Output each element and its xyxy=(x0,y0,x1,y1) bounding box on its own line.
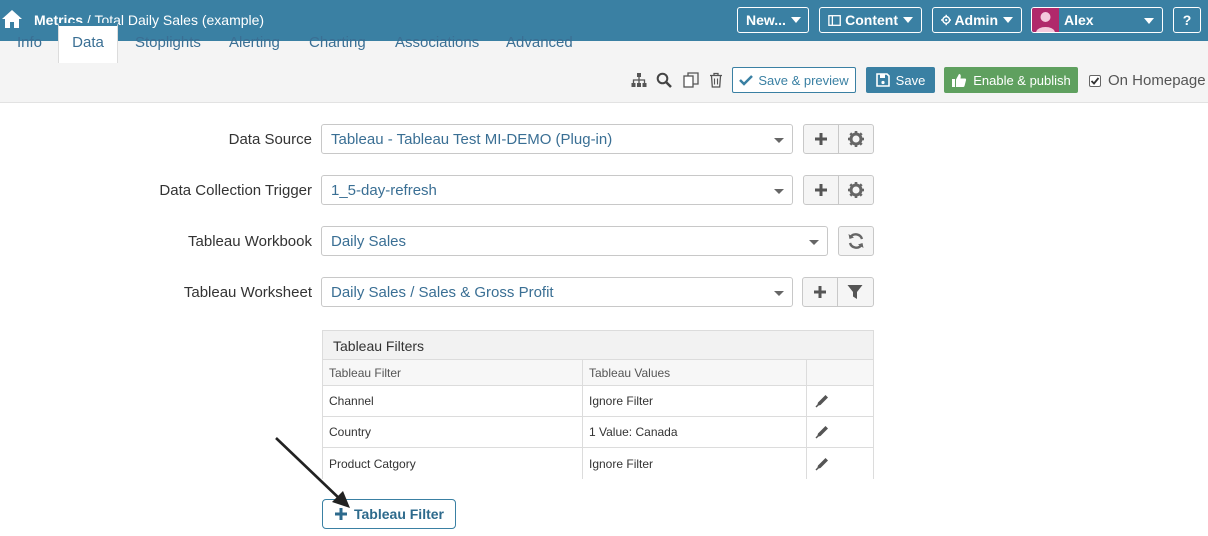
data-source-select[interactable]: Tableau - Tableau Test MI-DEMO (Plug-in) xyxy=(321,124,793,154)
trigger-actions xyxy=(803,175,874,205)
workbook-actions xyxy=(838,226,874,256)
worksheet-label: Tableau Worksheet xyxy=(183,284,312,301)
pencil-icon xyxy=(815,426,828,439)
chevron-down-icon xyxy=(774,138,784,143)
chevron-down-icon xyxy=(790,17,801,23)
checkmark-icon xyxy=(1090,77,1100,85)
refresh-icon xyxy=(848,233,864,249)
content-menu-button[interactable]: Content xyxy=(819,7,922,33)
column-header-filter: Tableau Filter xyxy=(329,365,402,380)
worksheet-actions xyxy=(802,277,874,307)
workbook-select[interactable]: Daily Sales xyxy=(321,226,828,256)
plus-icon xyxy=(814,286,826,298)
chevron-down-icon xyxy=(774,291,784,296)
hierarchy-icon[interactable] xyxy=(631,72,647,88)
add-trigger-button[interactable] xyxy=(804,176,838,204)
edit-filter-button[interactable] xyxy=(806,417,874,447)
tab-info[interactable]: Info xyxy=(17,34,42,51)
trigger-select[interactable]: 1_5-day-refresh xyxy=(321,175,793,205)
new-menu-label: New... xyxy=(746,12,786,28)
enable-publish-label: Enable & publish xyxy=(973,72,1071,88)
data-source-settings-button[interactable] xyxy=(838,125,872,153)
tab-associations[interactable]: Associations xyxy=(395,34,479,51)
search-icon[interactable] xyxy=(656,72,672,88)
save-button[interactable]: Save xyxy=(866,67,935,93)
edit-filter-button[interactable] xyxy=(806,448,874,479)
avatar xyxy=(1032,8,1059,32)
filters-title: Tableau Filters xyxy=(323,331,873,360)
admin-menu-label: Admin xyxy=(954,12,998,28)
trigger-settings-button[interactable] xyxy=(838,176,872,204)
homepage-checkbox[interactable] xyxy=(1089,75,1101,87)
content-icon xyxy=(828,14,841,26)
data-source-value: Tableau - Tableau Test MI-DEMO (Plug-in) xyxy=(331,131,613,148)
save-label: Save xyxy=(895,72,926,88)
workbook-value: Daily Sales xyxy=(331,233,407,250)
refresh-workbook-button[interactable] xyxy=(839,227,873,255)
pencil-icon xyxy=(815,395,828,408)
chevron-down-icon xyxy=(1144,18,1154,24)
trash-icon[interactable] xyxy=(708,72,724,88)
tab-data[interactable]: Data xyxy=(58,23,118,63)
content-menu-label: Content xyxy=(845,12,898,28)
filter-value: Ignore Filter xyxy=(582,386,807,416)
gear-icon xyxy=(847,182,864,198)
plus-icon xyxy=(815,133,827,145)
filter-value: 1 Value: Canada xyxy=(582,417,807,447)
column-header-actions xyxy=(806,360,874,385)
help-button[interactable]: ? xyxy=(1173,7,1201,33)
user-icon xyxy=(1036,12,1055,32)
enable-publish-button[interactable]: Enable & publish xyxy=(944,67,1078,93)
data-source-label: Data Source xyxy=(228,131,312,148)
floppy-disk-icon xyxy=(875,73,890,87)
filter-value: Ignore Filter xyxy=(582,448,807,479)
worksheet-select[interactable]: Daily Sales / Sales & Gross Profit xyxy=(321,277,793,307)
breadcrumb-page: Total Daily Sales (example) xyxy=(94,12,265,28)
thumbs-up-icon xyxy=(952,73,967,87)
workbook-label: Tableau Workbook xyxy=(188,233,312,250)
chevron-down-icon xyxy=(1003,17,1013,23)
add-worksheet-button[interactable] xyxy=(803,278,837,306)
add-tableau-filter-label: Tableau Filter xyxy=(354,506,444,522)
tab-alerting[interactable]: Alerting xyxy=(229,34,280,51)
admin-menu-button[interactable]: Admin xyxy=(932,7,1022,33)
home-icon[interactable] xyxy=(1,8,23,30)
filter-name: Channel xyxy=(329,394,374,408)
check-icon xyxy=(739,75,754,86)
table-row: Channel Ignore Filter xyxy=(323,386,873,417)
chevron-down-icon xyxy=(809,240,819,245)
table-row: Country 1 Value: Canada xyxy=(323,417,873,448)
save-preview-button[interactable]: Save & preview xyxy=(732,67,856,93)
user-name: Alex xyxy=(1064,12,1094,28)
chevron-down-icon xyxy=(903,17,913,23)
filter-icon xyxy=(847,285,862,299)
add-data-source-button[interactable] xyxy=(804,125,838,153)
trigger-value: 1_5-day-refresh xyxy=(331,182,437,199)
tableau-filters-panel: Tableau Filters Tableau Filter Tableau V… xyxy=(322,330,874,479)
filters-table-header: Tableau Filter Tableau Values xyxy=(323,360,873,386)
chevron-down-icon xyxy=(774,189,784,194)
data-source-actions xyxy=(803,124,874,154)
worksheet-filter-button[interactable] xyxy=(837,278,871,306)
tab-advanced[interactable]: Advanced xyxy=(506,34,573,51)
new-menu-button[interactable]: New... xyxy=(737,7,809,33)
table-row: Product Catgory Ignore Filter xyxy=(323,448,873,479)
gear-icon xyxy=(941,14,952,26)
homepage-label: On Homepage xyxy=(1108,72,1206,89)
user-menu-button[interactable]: Alex xyxy=(1031,7,1163,33)
copy-icon[interactable] xyxy=(683,72,699,88)
column-header-values: Tableau Values xyxy=(582,360,807,385)
save-preview-label: Save & preview xyxy=(758,72,849,88)
annotation-arrow-icon xyxy=(275,437,350,508)
gear-icon xyxy=(847,131,864,147)
edit-filter-button[interactable] xyxy=(806,386,874,416)
tab-stoplights[interactable]: Stoplights xyxy=(135,34,201,51)
pencil-icon xyxy=(815,457,828,471)
plus-icon xyxy=(815,184,827,196)
worksheet-value: Daily Sales / Sales & Gross Profit xyxy=(331,284,554,301)
trigger-label: Data Collection Trigger xyxy=(159,182,312,199)
tab-charting[interactable]: Charting xyxy=(309,34,366,51)
